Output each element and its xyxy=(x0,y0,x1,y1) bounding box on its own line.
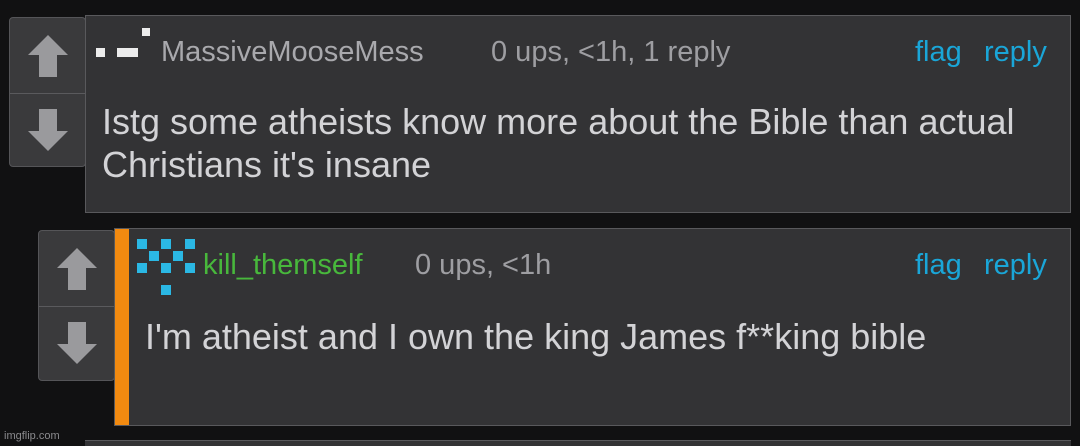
vote-box xyxy=(38,230,115,381)
comment-text: Istg some atheists know more about the B… xyxy=(102,101,1015,185)
comment-card: MassiveMooseMess 0 ups, <1h, 1 reply fla… xyxy=(85,15,1071,213)
vote-divider xyxy=(39,306,114,307)
vote-divider xyxy=(10,93,85,94)
comment-username[interactable]: MassiveMooseMess xyxy=(161,36,424,69)
arrow-down-icon xyxy=(56,322,97,364)
downvote-button[interactable] xyxy=(10,96,85,164)
user-avatar xyxy=(137,239,195,295)
comment-username[interactable]: kill_themself xyxy=(203,249,363,282)
reply-accent-bar xyxy=(115,229,129,425)
arrow-down-icon xyxy=(27,109,68,151)
upvote-button[interactable] xyxy=(10,22,85,90)
arrow-up-icon xyxy=(56,248,97,290)
user-avatar xyxy=(96,28,150,57)
comment-text: I'm atheist and I own the king James f**… xyxy=(145,316,927,357)
flag-link[interactable]: flag xyxy=(915,36,962,69)
comment-meta: 0 ups, <1h xyxy=(415,249,552,281)
reply-link[interactable]: reply xyxy=(984,249,1047,282)
flag-link[interactable]: flag xyxy=(915,249,962,282)
watermark: imgflip.com xyxy=(4,430,60,442)
downvote-button[interactable] xyxy=(39,309,114,377)
vote-box xyxy=(9,17,86,167)
next-comment-edge xyxy=(85,440,1071,446)
reply-link[interactable]: reply xyxy=(984,36,1047,69)
arrow-up-icon xyxy=(27,35,68,77)
comment-meta: 0 ups, <1h, 1 reply xyxy=(491,36,731,68)
reply-card: kill_themself 0 ups, <1h flag reply I'm … xyxy=(114,228,1071,426)
upvote-button[interactable] xyxy=(39,235,114,303)
